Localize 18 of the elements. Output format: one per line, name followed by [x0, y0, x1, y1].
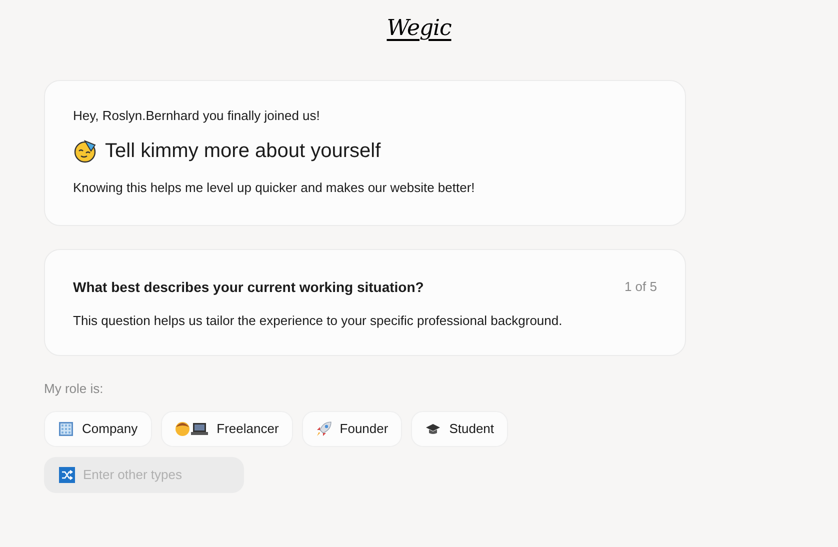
role-label: My role is: — [44, 380, 104, 398]
intro-subtitle: Knowing this helps me level up quicker and makes our website better! — [73, 179, 476, 197]
progress-counter: 1 of 5 — [624, 278, 657, 296]
other-type-field[interactable]: Enter other types — [44, 456, 244, 492]
role-option[interactable]: Company — [44, 410, 152, 446]
question-description: This question helps us tailor the experience to your specific professional background. — [73, 312, 564, 330]
logo: Wegic — [386, 15, 452, 43]
office-building-icon — [58, 420, 74, 436]
role-option[interactable]: Freelancer — [160, 410, 293, 446]
question-title: What best describes your current working situation? — [73, 278, 424, 297]
rocket-icon — [316, 420, 332, 436]
shuffle-icon — [59, 466, 75, 482]
person-with-laptop-icon — [174, 420, 209, 436]
role-option[interactable]: Student — [411, 410, 508, 446]
greeting-text: Hey, Roslyn.Bernhard you finally joined us! — [73, 107, 321, 125]
intro-heading: Tell kimmy more about yourself — [105, 139, 381, 164]
role-option[interactable]: Founder — [302, 410, 402, 446]
party-face-icon — [73, 139, 97, 163]
